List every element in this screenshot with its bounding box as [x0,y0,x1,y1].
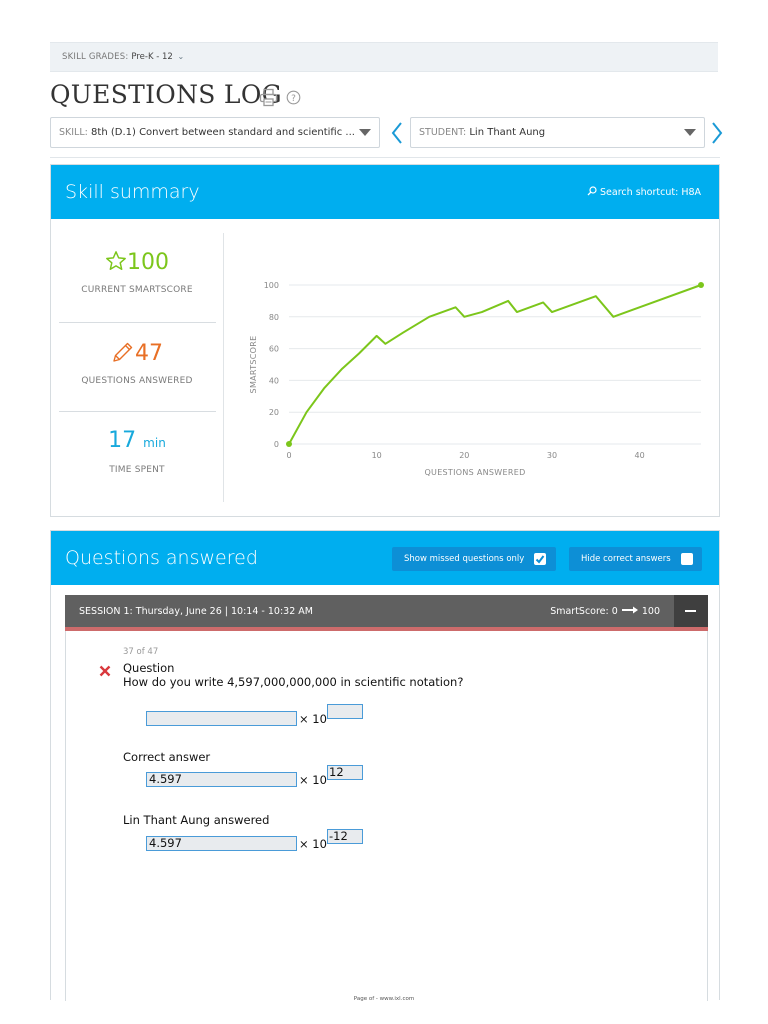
skill-summary-card: Skill summary Search shortcut: H8A 100 C… [50,164,720,517]
correct-exponent: 12 [327,765,363,780]
next-student-arrow[interactable] [710,120,724,150]
y-tick-label: 60 [269,345,279,354]
skill-grades-label: SKILL GRADES: [62,52,129,62]
questions-answered-title: Questions answered [65,547,258,569]
time-spent-stat: 17 min TIME SPENT [57,428,217,475]
session-header: SESSION 1: Thursday, June 26 | 10:14 - 1… [65,595,708,631]
hide-correct-checkbox[interactable] [681,553,693,565]
question-prompt: How do you write 4,597,000,000,000 in sc… [123,675,464,689]
minus-icon [685,610,696,612]
questions-answered-value: 47 [135,341,163,366]
page-title: QUESTIONS LOG [50,80,282,109]
search-shortcut-label: Search shortcut: [600,187,679,198]
question-counter: 37 of 47 [123,647,159,657]
student-dropdown-value: Lin Thant Aung [469,127,546,138]
incorrect-x-icon [99,662,111,681]
skill-grades-value: Pre-K - 12 [131,52,173,62]
divider [59,322,216,323]
y-tick-label: 20 [269,408,279,417]
student-exponent: -12 [327,829,363,844]
session-label: SESSION 1: Thursday, June 26 | 10:14 - 1… [79,606,313,617]
question-heading: Question [123,661,175,675]
smartscore-caption: CURRENT SMARTSCORE [81,285,193,295]
pencil-icon [113,342,133,362]
collapse-session-button[interactable] [674,595,708,627]
skill-dropdown[interactable]: SKILL: 8th (D.1) Convert between standar… [50,117,380,148]
questions-answered-caption: QUESTIONS ANSWERED [81,376,193,386]
arrow-right-icon [621,606,638,614]
x-tick-label: 0 [286,451,291,460]
divider [59,411,216,412]
chevron-down-icon: ⌄ [177,52,185,61]
student-mantissa: 4.597 [146,836,297,851]
checkmark-icon [535,555,545,564]
student-dropdown-label: STUDENT: [419,127,467,138]
series-line [288,284,702,445]
x-axis-label: QUESTIONS ANSWERED [424,468,525,477]
questions-answered-header: Questions answered Show missed questions… [51,531,719,585]
caret-down-icon [359,129,371,136]
times-ten-label: × 10 [299,712,327,726]
x-tick-label: 20 [459,451,469,460]
divider [50,157,720,158]
y-tick-label: 40 [269,376,279,385]
show-missed-checkbox[interactable] [534,553,546,565]
skill-dropdown-value: 8th (D.1) Convert between standard and s… [91,127,355,138]
star-icon [106,251,126,270]
previous-student-arrow[interactable] [390,120,404,150]
session-smartscore: SmartScore: 0 100 [550,595,660,629]
x-tick-label: 10 [372,451,382,460]
skill-summary-header: Skill summary Search shortcut: H8A [51,165,719,219]
y-tick-label: 0 [274,440,279,449]
questions-answered-stat: 47 QUESTIONS ANSWERED [57,340,217,386]
smartscore-chart: 0 20 40 60 80 100 0 10 20 30 40 QUESTIONS ANSWERED S… [249,281,704,477]
help-icon[interactable]: ? [286,90,301,109]
hide-correct-toggle[interactable]: Hide correct answers [569,547,702,571]
smartscore-stat: 100 CURRENT SMARTSCORE [57,250,217,295]
print-icon[interactable] [259,88,278,111]
caret-down-icon [684,129,696,136]
show-missed-toggle[interactable]: Show missed questions only [392,547,556,571]
y-tick-label: 100 [264,281,279,290]
y-axis-label: SMARTSCORE [249,336,258,394]
hide-correct-label: Hide correct answers [581,554,671,564]
page-footer: Page of - www.ixl.com [353,996,415,1002]
student-answer-label: Lin Thant Aung answered [123,813,270,827]
session-smartscore-to: 100 [641,606,660,617]
questions-answered-card: Questions answered Show missed questions… [50,530,720,1001]
times-ten-label: × 10 [299,773,327,787]
mantissa-input[interactable] [146,711,297,726]
data-point-start [286,441,292,447]
time-spent-unit: min [143,436,166,450]
session-smartscore-from: SmartScore: 0 [550,606,618,617]
smartscore-value: 100 [127,250,169,275]
correct-mantissa: 4.597 [146,772,297,787]
divider [223,233,224,502]
skill-dropdown-label: SKILL: [59,127,88,138]
search-icon [587,186,597,196]
skill-grades-filter[interactable]: SKILL GRADES: Pre-K - 12 ⌄ [50,42,718,72]
y-tick-label: 80 [269,313,279,322]
exponent-input[interactable] [327,704,363,719]
data-point-end [698,282,704,288]
time-spent-value: 17 [108,428,137,453]
search-shortcut[interactable]: Search shortcut: H8A [587,186,701,198]
skill-summary-title: Skill summary [65,181,200,203]
search-shortcut-code: H8A [681,187,701,198]
show-missed-label: Show missed questions only [404,554,525,564]
correct-answer-label: Correct answer [123,750,211,764]
student-dropdown[interactable]: STUDENT: Lin Thant Aung [410,117,705,148]
x-tick-label: 40 [635,451,645,460]
svg-text:?: ? [291,94,296,104]
times-ten-label: × 10 [299,837,327,851]
x-tick-label: 30 [547,451,557,460]
time-spent-caption: TIME SPENT [109,465,165,475]
